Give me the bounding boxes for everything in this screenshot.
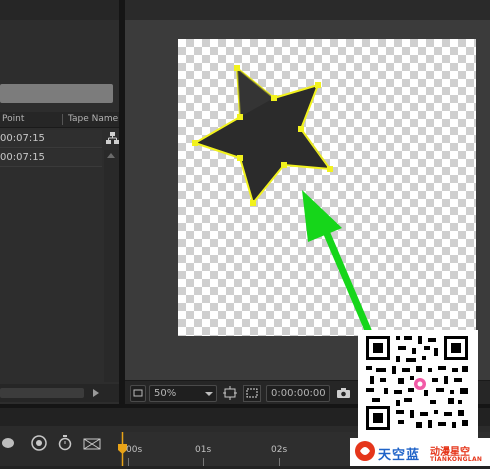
column-separator[interactable]	[62, 114, 63, 125]
flowchart-icon[interactable]	[106, 132, 119, 145]
ruler-label-0: 00s	[126, 445, 143, 455]
zoom-value: 50%	[154, 388, 177, 399]
ruler-label-2: 02s	[271, 445, 288, 455]
ruler-tick	[128, 458, 129, 466]
ruler-label-1: 01s	[195, 445, 212, 455]
scroll-right-icon[interactable]	[92, 389, 100, 397]
transparency-grid-canvas[interactable]	[178, 39, 476, 336]
project-panel-tab-strip	[0, 0, 119, 20]
stopwatch-icon[interactable]	[58, 435, 72, 451]
always-preview-button[interactable]	[130, 385, 146, 402]
frame-blending-icon[interactable]	[83, 437, 103, 451]
project-bottom-bar	[0, 384, 119, 402]
project-scrollbar[interactable]	[104, 150, 119, 382]
project-search-input[interactable]	[0, 84, 113, 103]
brand-name-en: TIANKONGLAN	[430, 456, 483, 463]
brush-icon[interactable]	[0, 436, 14, 450]
motion-blur-icon[interactable]	[30, 435, 48, 451]
list-item[interactable]: 00:07:15	[0, 130, 102, 148]
viewer-tab-strip	[125, 0, 490, 20]
project-panel	[0, 0, 119, 404]
ruler-tick	[279, 458, 280, 466]
region-of-interest-icon[interactable]	[243, 385, 261, 402]
snapshot-icon[interactable]	[336, 386, 351, 400]
project-column-header: Point Tape Name	[0, 112, 119, 128]
qr-code-watermark	[358, 330, 478, 438]
brand-logo-icon	[354, 440, 376, 462]
list-item-time: 00:07:15	[0, 133, 45, 144]
zoom-dropdown-icon	[205, 392, 213, 396]
qr-code-icon	[366, 336, 468, 430]
list-item[interactable]: 00:07:15	[0, 149, 102, 167]
ruler-tick	[203, 458, 204, 466]
fit-frame-icon[interactable]	[223, 386, 237, 400]
current-time-field[interactable]: 0:00:00:00	[266, 385, 330, 402]
list-item-time: 00:07:15	[0, 152, 45, 163]
horizontal-scrollbar[interactable]	[0, 388, 84, 398]
column-header-point[interactable]: Point	[2, 114, 24, 124]
brand-name-cn: 天空蓝	[378, 448, 421, 463]
column-header-tape-name[interactable]: Tape Name	[68, 114, 118, 124]
zoom-dropdown[interactable]: 50%	[149, 385, 217, 402]
timecode-display: 0:00:00:00	[271, 388, 326, 399]
